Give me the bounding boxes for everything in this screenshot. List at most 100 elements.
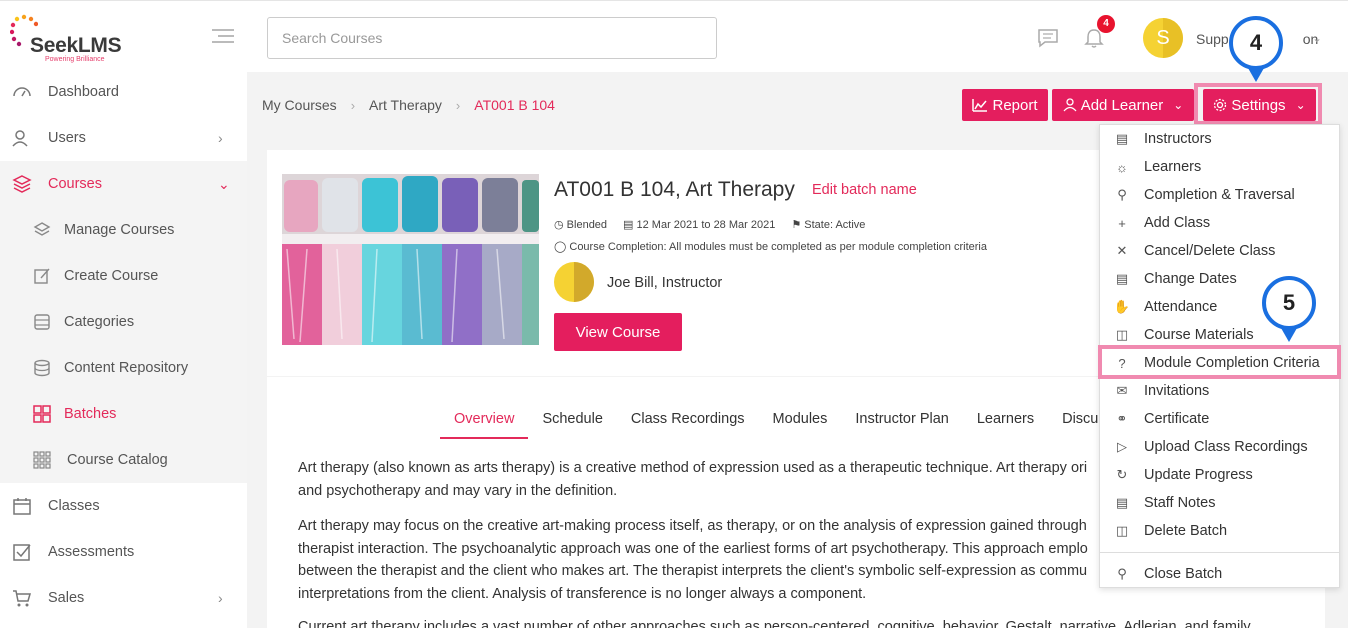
checkbox-icon bbox=[13, 544, 31, 561]
notification-badge: 4 bbox=[1097, 15, 1115, 33]
chevron-down-icon: ⌄ bbox=[1295, 98, 1306, 112]
breadcrumb-current: AT001 B 104 bbox=[474, 97, 555, 113]
view-course-button[interactable]: View Course bbox=[554, 313, 682, 351]
menu-item-delete-batch[interactable]: ◫ Delete Batch bbox=[1100, 517, 1339, 545]
lock-icon: ⚲ bbox=[1117, 566, 1127, 581]
sidebar-item-label: Sales bbox=[48, 590, 85, 606]
sidebar-item-categories[interactable]: Categories bbox=[0, 299, 247, 345]
batch-dates-text: 12 Mar 2021 to 28 Mar 2021 bbox=[636, 219, 776, 231]
tab-schedule[interactable]: Schedule bbox=[528, 400, 616, 439]
menu-item-invitations[interactable]: ✉ Invitations bbox=[1100, 377, 1339, 405]
catalog-grid-icon bbox=[33, 451, 51, 469]
sidebar-item-create-course[interactable]: Create Course bbox=[0, 253, 247, 299]
report-label: Report bbox=[992, 96, 1038, 114]
menu-item-staff-notes[interactable]: ▤ Staff Notes bbox=[1100, 489, 1339, 517]
sidebar-item-batches[interactable]: Batches bbox=[0, 391, 247, 437]
sidebar-item-content-repository[interactable]: Content Repository bbox=[0, 345, 247, 391]
menu-item-add-class[interactable]: + Add Class bbox=[1100, 209, 1339, 237]
sidebar-item-courses[interactable]: Courses ⌄ bbox=[0, 161, 247, 207]
batch-tabs: Overview Schedule Class Recordings Modul… bbox=[440, 400, 1112, 439]
tab-instructor-plan[interactable]: Instructor Plan bbox=[841, 400, 963, 439]
chat-icon[interactable] bbox=[1037, 28, 1059, 48]
sidebar-item-label: Classes bbox=[48, 498, 100, 514]
instructor-avatar bbox=[554, 262, 594, 302]
sidebar-item-label: Create Course bbox=[64, 268, 159, 284]
user-avatar[interactable]: S bbox=[1143, 18, 1183, 58]
add-learner-button[interactable]: Add Learner ⌄ bbox=[1052, 89, 1194, 121]
add-learner-label: Add Learner bbox=[1080, 96, 1164, 114]
trophy-icon: ⚲ bbox=[1117, 187, 1127, 202]
grid-icon bbox=[33, 405, 51, 423]
menu-divider bbox=[1100, 552, 1339, 553]
step-4-callout-pointer bbox=[1248, 68, 1264, 82]
chevron-right-icon: › bbox=[218, 130, 223, 146]
menu-item-learners[interactable]: ☼ Learners bbox=[1100, 153, 1339, 181]
hand-icon: ✋ bbox=[1113, 299, 1131, 314]
chevron-right-icon: › bbox=[455, 97, 461, 113]
certificate-icon: ⚭ bbox=[1116, 411, 1128, 426]
menu-item-upload-class-recordings[interactable]: ▷ Upload Class Recordings bbox=[1100, 433, 1339, 461]
chevron-right-icon: › bbox=[350, 97, 356, 113]
sidebar-item-label: Batches bbox=[64, 406, 117, 422]
tab-class-recordings[interactable]: Class Recordings bbox=[617, 400, 759, 439]
course-completion-text: Course Completion: All modules must be c… bbox=[569, 241, 987, 253]
chevron-down-icon: ⌄ bbox=[1173, 98, 1184, 112]
breadcrumb-course[interactable]: Art Therapy bbox=[369, 97, 442, 113]
settings-button[interactable]: Settings ⌄ bbox=[1203, 89, 1316, 121]
menu-item-certificate[interactable]: ⚭ Certificate bbox=[1100, 405, 1339, 433]
book-icon: ◫ bbox=[1115, 327, 1129, 342]
sidebar-item-assessments[interactable]: Assessments bbox=[0, 529, 247, 575]
sidebar-item-label: Dashboard bbox=[48, 84, 119, 100]
batch-state-text: State: Active bbox=[804, 219, 866, 231]
menu-item-label: Cancel/Delete Class bbox=[1144, 243, 1276, 259]
trash-icon: ◫ bbox=[1115, 523, 1129, 538]
sidebar-item-dashboard[interactable]: Dashboard bbox=[0, 69, 247, 115]
calendar-icon: ▤ bbox=[1115, 271, 1129, 286]
menu-item-label: Staff Notes bbox=[1144, 495, 1216, 511]
envelope-icon: ✉ bbox=[1116, 383, 1128, 398]
layers-icon bbox=[12, 175, 32, 193]
learners-icon: ☼ bbox=[1116, 159, 1128, 175]
edit-batch-name-link[interactable]: Edit batch name bbox=[812, 182, 917, 198]
logo-text: SeekLMS bbox=[30, 34, 122, 58]
breadcrumb-my-courses[interactable]: My Courses bbox=[262, 97, 337, 113]
step-4-callout: 4 bbox=[1229, 16, 1283, 70]
menu-item-label: Course Materials bbox=[1144, 327, 1254, 343]
tab-modules[interactable]: Modules bbox=[759, 400, 842, 439]
menu-item-close-batch[interactable]: ⚲ Close Batch bbox=[1100, 560, 1339, 588]
sidebar-item-users[interactable]: Users › bbox=[0, 115, 247, 161]
menu-item-label: Close Batch bbox=[1144, 566, 1223, 582]
cart-icon bbox=[13, 590, 31, 607]
tab-learners[interactable]: Learners bbox=[963, 400, 1048, 439]
sidebar-item-sales[interactable]: Sales › bbox=[0, 575, 247, 621]
menu-item-update-progress[interactable]: ↻ Update Progress bbox=[1100, 461, 1339, 489]
step-5-callout-pointer bbox=[1281, 328, 1297, 342]
menu-toggle-icon[interactable] bbox=[212, 29, 234, 45]
calendar-icon: ▤ bbox=[623, 219, 634, 231]
sidebar-item-manage-courses[interactable]: Manage Courses bbox=[0, 207, 247, 253]
user-avatar-initial: S bbox=[1156, 27, 1170, 49]
chevron-down-icon: ⌄ bbox=[218, 175, 230, 192]
search-input[interactable] bbox=[267, 17, 717, 59]
bar-chart-icon bbox=[972, 99, 988, 112]
seeklms-logo[interactable]: SeekLMS Powering Brilliance bbox=[10, 13, 140, 67]
overview-line: Current art therapy includes a vast numb… bbox=[298, 619, 1251, 628]
user-name-text: Supp bbox=[1196, 31, 1229, 47]
sidebar-item-label: Courses bbox=[48, 176, 102, 192]
user-menu-chevron-icon[interactable]: ⌄ bbox=[1312, 31, 1322, 45]
menu-item-instructors[interactable]: ▤ Instructors bbox=[1100, 125, 1339, 153]
sidebar-item-course-catalog[interactable]: Course Catalog bbox=[0, 437, 247, 483]
report-button[interactable]: Report bbox=[962, 89, 1048, 121]
edit-icon bbox=[34, 268, 50, 284]
tab-overview[interactable]: Overview bbox=[440, 400, 529, 439]
settings-label: Settings bbox=[1231, 96, 1286, 114]
categories-icon bbox=[34, 314, 50, 330]
breadcrumb: My Courses › Art Therapy › AT001 B 104 bbox=[262, 97, 555, 113]
gear-icon bbox=[1214, 98, 1227, 112]
sidebar-item-classes[interactable]: Classes bbox=[0, 483, 247, 529]
sidebar-item-label: Categories bbox=[64, 314, 135, 330]
menu-item-completion-traversal[interactable]: ⚲ Completion & Traversal bbox=[1100, 181, 1339, 209]
instructors-icon: ▤ bbox=[1115, 131, 1129, 146]
menu-item-cancel-delete-class[interactable]: ✕ Cancel/Delete Class bbox=[1100, 237, 1339, 265]
batch-title: AT001 B 104, Art Therapy bbox=[554, 178, 795, 201]
